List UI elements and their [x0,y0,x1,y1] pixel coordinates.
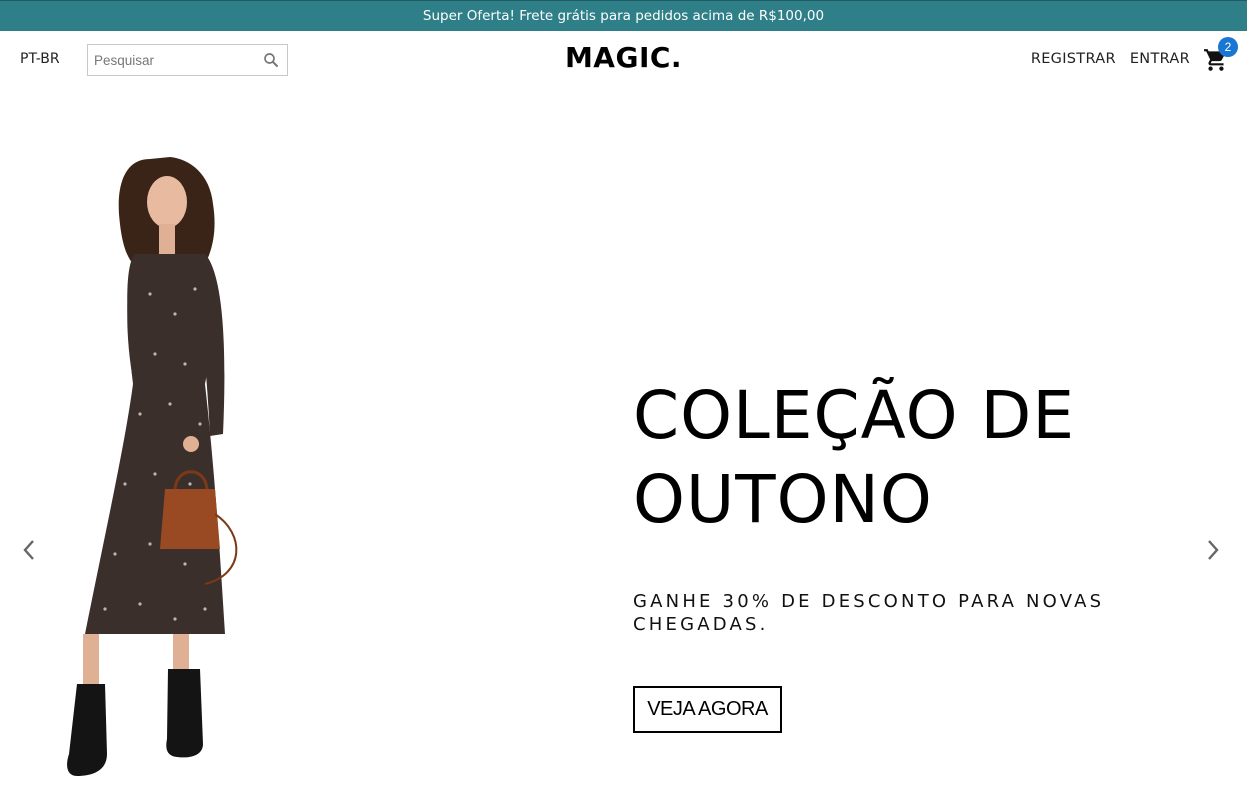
hero-title-line-1: COLEÇÃO DE [633,377,1076,454]
hero-title: COLEÇÃO DE OUTONO [633,374,1153,542]
logo[interactable]: MAGIC. [565,41,682,74]
language-selector[interactable]: PT-BR [20,51,60,67]
register-link[interactable]: REGISTRAR [1031,51,1116,67]
search-box [87,44,288,76]
announcement-text: Super Oferta! Frete grátis para pedidos … [422,8,825,24]
header: PT-BR MAGIC. REGISTRAR ENTRAR 2 [0,31,1247,89]
cart-badge: 2 [1218,37,1238,57]
search-input[interactable] [88,45,248,75]
announcement-bar: Super Oferta! Frete grátis para pedidos … [0,0,1247,31]
account-links: REGISTRAR ENTRAR [1031,51,1190,67]
hero-slider: COLEÇÃO DE OUTONO GANHE 30% DE DESCONTO … [0,89,1247,811]
slider-next-button[interactable] [1198,530,1228,570]
login-link[interactable]: ENTRAR [1130,51,1190,67]
slider-prev-button[interactable] [14,530,44,570]
hero-subtitle: GANHE 30% DE DESCONTO PARA NOVAS CHEGADA… [633,591,1105,635]
shop-now-button[interactable]: VEJA AGORA [633,686,782,733]
chevron-left-icon [23,540,34,560]
search-icon[interactable] [262,51,280,69]
chevron-right-icon [1208,540,1219,560]
hero-title-line-2: OUTONO [633,461,933,538]
hero-model-image [67,157,238,776]
